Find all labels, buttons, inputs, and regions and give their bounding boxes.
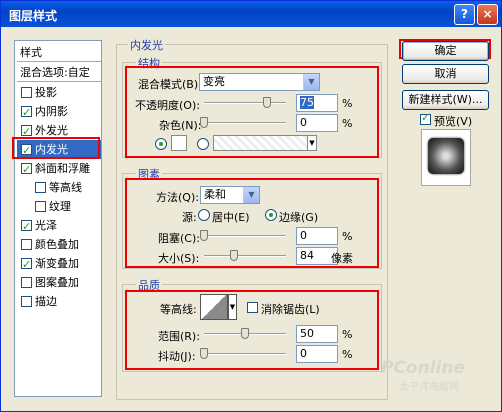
sidebar-item-texture[interactable]: 纹理 bbox=[17, 197, 101, 216]
source-label: 源: bbox=[182, 211, 197, 224]
jitter-label: 抖动(J): bbox=[158, 350, 196, 363]
layer-style-dialog: 图层样式 ? × 样式 混合选项:自定 投影 内阴影 外发光 内发光 斜面和浮雕… bbox=[0, 0, 502, 412]
gradient-dropdown[interactable]: ▼ bbox=[307, 135, 317, 151]
close-button[interactable]: × bbox=[477, 4, 498, 25]
opacity-input[interactable]: 75 bbox=[296, 94, 338, 112]
noise-slider-track[interactable] bbox=[204, 122, 286, 124]
contour-checkbox[interactable] bbox=[35, 182, 46, 193]
preview-swatch bbox=[428, 138, 464, 174]
help-button[interactable]: ? bbox=[454, 4, 475, 25]
size-slider-track[interactable] bbox=[204, 255, 286, 257]
source-edge-label[interactable]: 边缘(G) bbox=[279, 209, 318, 225]
noise-input[interactable]: 0 bbox=[296, 114, 338, 132]
style-preview bbox=[421, 129, 471, 186]
title-bar[interactable]: 图层样式 ? × bbox=[1, 1, 501, 27]
sidebar-item-drop-shadow[interactable]: 投影 bbox=[17, 83, 101, 102]
cancel-button[interactable]: 取消 bbox=[402, 64, 489, 84]
sidebar-item-bevel-emboss[interactable]: 斜面和浮雕 bbox=[17, 159, 101, 179]
dialog-title: 图层样式 bbox=[9, 9, 58, 23]
range-slider-thumb[interactable] bbox=[241, 328, 249, 339]
size-unit: 像素 bbox=[331, 252, 353, 265]
size-slider-thumb[interactable] bbox=[230, 250, 238, 261]
contour-dropdown[interactable]: ▼ bbox=[228, 294, 237, 320]
contour-preview[interactable] bbox=[200, 294, 228, 320]
noise-unit: % bbox=[342, 117, 353, 130]
sidebar-item-color-overlay[interactable]: 颜色叠加 bbox=[17, 235, 101, 254]
range-unit: % bbox=[342, 328, 353, 341]
outer-glow-checkbox[interactable] bbox=[21, 122, 32, 141]
satin-checkbox[interactable] bbox=[21, 217, 32, 236]
opacity-unit: % bbox=[342, 97, 353, 110]
method-label: 方法(Q): bbox=[156, 191, 199, 204]
sidebar-item-contour[interactable]: 等高线 bbox=[17, 178, 101, 197]
solid-color-radio[interactable] bbox=[155, 138, 167, 150]
preview-checkbox[interactable] bbox=[420, 111, 431, 125]
gradient-swatch[interactable] bbox=[213, 135, 309, 151]
glow-color-swatch[interactable] bbox=[171, 135, 187, 151]
panel-title: 内发光 bbox=[128, 37, 165, 53]
gradient-overlay-checkbox[interactable] bbox=[21, 255, 32, 274]
styles-header[interactable]: 样式 bbox=[17, 43, 101, 62]
preview-label[interactable]: 预览(V) bbox=[434, 113, 472, 129]
sidebar-item-gradient-overlay[interactable]: 渐变叠加 bbox=[17, 254, 101, 274]
jitter-slider-track[interactable] bbox=[204, 353, 286, 355]
opacity-label: 不透明度(O): bbox=[135, 99, 200, 112]
sidebar-item-stroke[interactable]: 描边 bbox=[17, 292, 101, 311]
sidebar-item-inner-shadow[interactable]: 内阴影 bbox=[17, 102, 101, 122]
choke-slider-track[interactable] bbox=[204, 235, 286, 237]
ok-button[interactable]: 确定 bbox=[402, 41, 489, 61]
jitter-input[interactable]: 0 bbox=[296, 345, 338, 363]
jitter-slider-thumb[interactable] bbox=[200, 348, 208, 359]
chevron-down-icon: ▼ bbox=[303, 74, 319, 90]
blending-options-item[interactable]: 混合选项:自定 bbox=[17, 63, 101, 82]
source-edge-radio[interactable] bbox=[265, 209, 277, 221]
blend-mode-select[interactable]: 变亮 ▼ bbox=[199, 73, 320, 91]
sidebar-item-pattern-overlay[interactable]: 图案叠加 bbox=[17, 273, 101, 292]
source-center-radio[interactable] bbox=[198, 209, 210, 221]
bevel-emboss-checkbox[interactable] bbox=[21, 160, 32, 179]
contour-label: 等高线: bbox=[160, 303, 197, 316]
blend-mode-label: 混合模式(B): bbox=[138, 78, 202, 91]
source-center-label[interactable]: 居中(E) bbox=[212, 209, 250, 225]
inner-glow-highlight-box bbox=[12, 137, 100, 159]
inner-shadow-checkbox[interactable] bbox=[21, 103, 32, 122]
choke-label: 阻塞(C): bbox=[158, 232, 200, 245]
chevron-down-icon: ▼ bbox=[243, 187, 259, 203]
new-style-button[interactable]: 新建样式(W)... bbox=[402, 90, 489, 110]
watermark-subtitle: 太平洋电脑网 bbox=[399, 382, 459, 393]
noise-slider-thumb[interactable] bbox=[200, 117, 208, 128]
range-input[interactable]: 50 bbox=[296, 325, 338, 343]
choke-input[interactable]: 0 bbox=[296, 227, 338, 245]
color-overlay-checkbox[interactable] bbox=[21, 239, 32, 250]
choke-unit: % bbox=[342, 230, 353, 243]
range-label: 范围(R): bbox=[158, 330, 200, 343]
stroke-checkbox[interactable] bbox=[21, 296, 32, 307]
jitter-unit: % bbox=[342, 348, 353, 361]
antialias-checkbox[interactable] bbox=[247, 302, 258, 313]
pattern-overlay-checkbox[interactable] bbox=[21, 277, 32, 288]
gradient-radio[interactable] bbox=[197, 138, 209, 150]
choke-slider-thumb[interactable] bbox=[200, 230, 208, 241]
technique-select[interactable]: 柔和 ▼ bbox=[200, 186, 260, 204]
noise-label: 杂色(N): bbox=[159, 119, 202, 132]
opacity-slider-track[interactable] bbox=[204, 102, 286, 104]
texture-checkbox[interactable] bbox=[35, 201, 46, 212]
sidebar-item-satin[interactable]: 光泽 bbox=[17, 216, 101, 236]
size-label: 大小(S): bbox=[158, 252, 200, 265]
drop-shadow-checkbox[interactable] bbox=[21, 87, 32, 98]
watermark-logo: PConline bbox=[381, 358, 466, 378]
opacity-slider-thumb[interactable] bbox=[263, 97, 271, 108]
styles-list: 样式 混合选项:自定 投影 内阴影 外发光 内发光 斜面和浮雕 等高线 纹理 光… bbox=[14, 40, 102, 397]
antialias-label[interactable]: 消除锯齿(L) bbox=[261, 301, 320, 317]
